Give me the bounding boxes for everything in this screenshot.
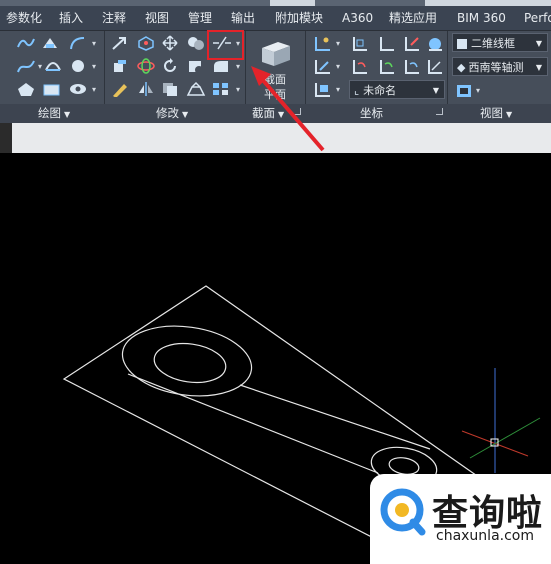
viewport-dropdown-icon[interactable]: ▾	[476, 86, 480, 95]
rotate-icon[interactable]	[160, 58, 180, 74]
panel-draw-text: 绘图	[38, 106, 61, 120]
chevron-down-icon: ▼	[535, 39, 542, 48]
watermark-url: chaxunla.com	[436, 528, 534, 544]
arc-icon[interactable]	[68, 35, 88, 51]
dialog-launcher-icon[interactable]	[436, 108, 443, 115]
view-direction-value: 西南等轴测	[468, 61, 524, 74]
panel-modify-label[interactable]: 修改 ▼	[156, 104, 188, 123]
viewport-icon[interactable]	[455, 83, 473, 99]
view-direction-combo[interactable]: ◆ 西南等轴测 ▼	[452, 57, 548, 76]
ucs-face-icon[interactable]	[403, 35, 421, 53]
spline-dropdown-icon[interactable]: ▾	[38, 62, 42, 71]
subtract-icon[interactable]	[186, 58, 206, 74]
move-icon[interactable]	[160, 35, 180, 51]
ucs-combo-icon: ⌞	[354, 84, 360, 97]
ucs-y-icon[interactable]	[378, 58, 396, 76]
highlight-box	[207, 30, 244, 60]
chevron-down-icon: ▼	[506, 110, 513, 119]
array-dropdown-icon[interactable]: ▾	[236, 85, 240, 94]
tab-addins[interactable]: 附加模块	[275, 6, 323, 30]
eye-icon[interactable]	[68, 81, 88, 97]
ucs-named-dropdown-icon[interactable]: ▾	[336, 85, 340, 94]
watermark: 查询啦 chaxunla.com	[370, 474, 551, 564]
visual-style-combo[interactable]: 二维线框 ▼	[452, 33, 548, 52]
stretch-icon[interactable]	[186, 81, 206, 97]
tab-bim360[interactable]: BIM 360	[457, 6, 506, 30]
chevron-down-icon: ▼	[535, 63, 542, 72]
tab-manage[interactable]: 管理	[188, 6, 212, 30]
copy-icon[interactable]	[160, 81, 180, 97]
ucs-combo[interactable]: ⌞ 未命名 ▼	[349, 80, 445, 99]
union-icon[interactable]	[186, 35, 206, 51]
helix-icon[interactable]	[43, 58, 63, 74]
tab-featured-apps[interactable]: 精选应用	[389, 6, 437, 30]
tab-parametric[interactable]: 参数化	[6, 6, 42, 30]
fillet-icon[interactable]	[211, 58, 231, 74]
tab-a360[interactable]: A360	[342, 6, 373, 30]
pencil-icon[interactable]	[110, 81, 130, 97]
ucs-3point-icon[interactable]	[426, 58, 444, 76]
sphere-icon[interactable]	[68, 58, 88, 74]
extrude-icon[interactable]	[110, 58, 130, 74]
ucs-origin-dropdown-icon[interactable]: ▾	[336, 62, 340, 71]
tab-output[interactable]: 输出	[231, 6, 255, 30]
3d-rotate-icon[interactable]	[136, 58, 156, 74]
ucs-z-icon[interactable]	[403, 58, 421, 76]
chevron-down-icon: ▼	[182, 110, 189, 119]
panel-coordinates-label: 坐标	[360, 106, 383, 120]
ucs-world-icon[interactable]	[351, 35, 369, 53]
tab-performance[interactable]: Perfo	[524, 6, 551, 30]
3d-move-icon[interactable]	[136, 35, 156, 51]
chevron-down-icon: ▼	[432, 86, 439, 95]
tab-annotate[interactable]: 注释	[102, 6, 126, 30]
rectangle-icon[interactable]	[42, 81, 62, 97]
spline-arrow-icon[interactable]	[40, 35, 60, 51]
visual-style-icon	[457, 39, 467, 49]
spline-icon[interactable]	[16, 58, 36, 74]
fillet-dropdown-icon[interactable]: ▾	[236, 62, 240, 71]
tab-insert[interactable]: 插入	[59, 6, 83, 30]
ribbon-tab-bar: 参数化 插入 注释 视图 管理 输出 附加模块 A360 精选应用 BIM 36…	[0, 6, 551, 31]
ucs-globe-icon[interactable]	[426, 35, 444, 53]
tab-view[interactable]: 视图	[145, 6, 169, 30]
ucs-previous-icon[interactable]	[378, 35, 396, 53]
polygon-icon[interactable]	[16, 81, 36, 97]
arc-dropdown-icon[interactable]: ▾	[92, 39, 96, 48]
move-arrow-icon[interactable]	[110, 35, 130, 51]
array-icon[interactable]	[211, 81, 231, 97]
watermark-logo-icon	[380, 488, 426, 536]
mirror-icon[interactable]	[136, 81, 156, 97]
panel-modify-text: 修改	[156, 106, 179, 120]
ucs-combo-value: 未命名	[363, 84, 397, 97]
ucs-icon[interactable]	[312, 35, 334, 53]
panel-view-text: 视图	[480, 106, 503, 120]
chevron-down-icon: ▼	[64, 110, 71, 119]
draw-more-dropdown-icon[interactable]: ▾	[92, 85, 96, 94]
ucs-x-icon[interactable]	[351, 58, 369, 76]
ucs-dropdown-icon[interactable]: ▾	[336, 39, 340, 48]
visual-style-value: 二维线框	[471, 37, 515, 50]
polyline-icon[interactable]	[16, 35, 36, 51]
panel-draw-label[interactable]: 绘图 ▼	[38, 104, 70, 123]
sphere-dropdown-icon[interactable]: ▾	[92, 62, 96, 71]
pointer-arrow-icon	[251, 66, 325, 152]
view-cube-icon: ◆	[457, 61, 466, 74]
panel-view-label[interactable]: 视图 ▼	[480, 104, 512, 123]
